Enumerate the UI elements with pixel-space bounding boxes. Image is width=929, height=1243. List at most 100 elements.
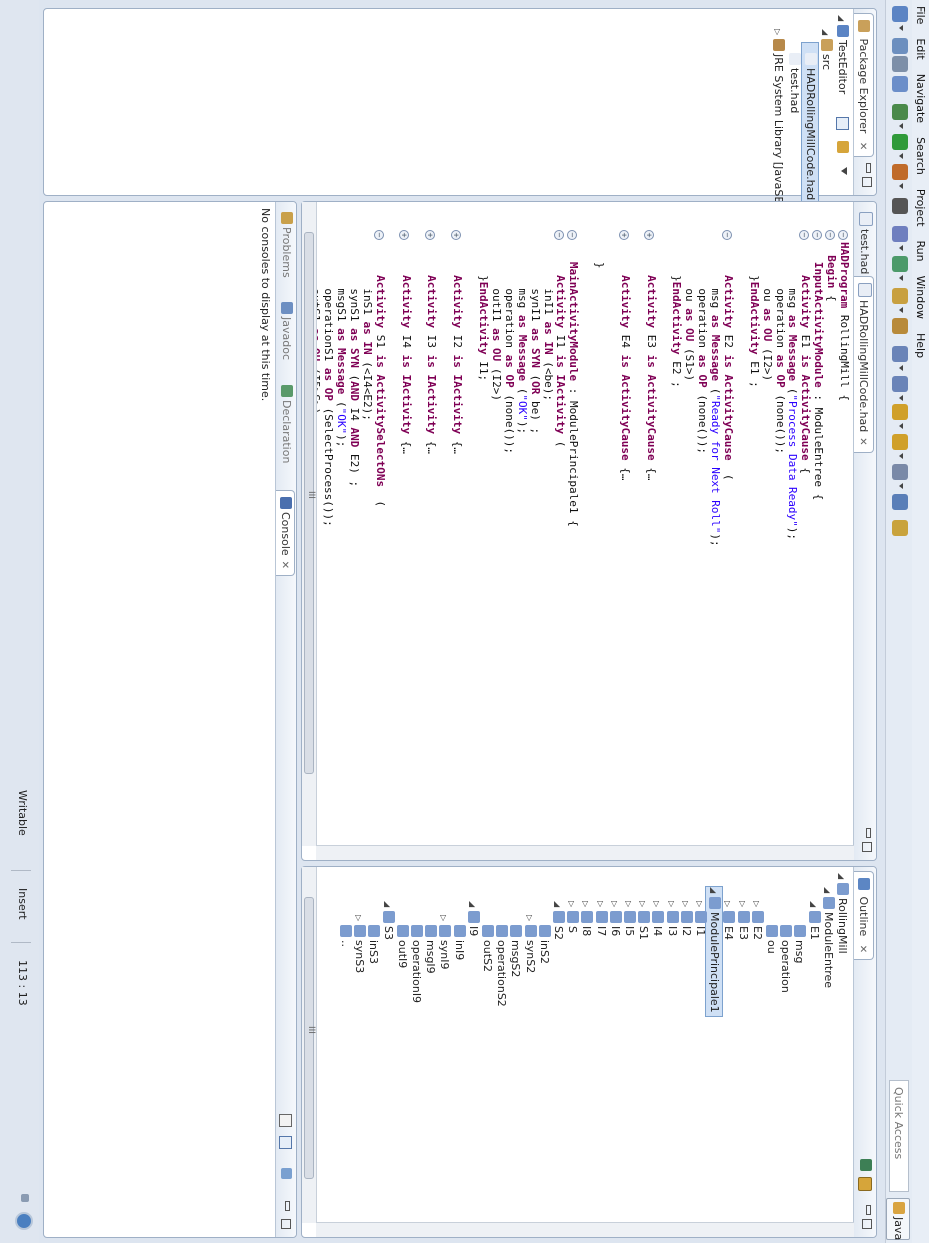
perspective-icon[interactable] bbox=[892, 494, 908, 510]
expand-fold-icon[interactable]: + bbox=[644, 230, 655, 240]
expand-fold-icon[interactable]: + bbox=[399, 230, 410, 240]
close-icon[interactable]: ✕ bbox=[853, 437, 872, 445]
tab-package-explorer[interactable]: Package Explorer ✕ bbox=[853, 13, 874, 158]
save-icon[interactable] bbox=[892, 38, 908, 54]
outline-horizontal-scrollbar[interactable]: III bbox=[302, 867, 317, 1223]
display-console-icon[interactable] bbox=[279, 1136, 292, 1149]
tree-item[interactable]: ▷E4 bbox=[720, 901, 736, 940]
highlighter-icon[interactable] bbox=[892, 520, 908, 536]
expanded-arrow-icon[interactable]: ◢ bbox=[833, 15, 849, 25]
tree-item[interactable]: ◢ TestEditor bbox=[834, 15, 850, 94]
tree-item[interactable]: ◢ RollingMill bbox=[834, 873, 850, 954]
skip-breakpoints-icon[interactable] bbox=[892, 198, 908, 214]
tree-item[interactable]: ◢ ModulePrincipale1 bbox=[706, 878, 723, 1024]
tree-item[interactable]: ▷I7 bbox=[593, 901, 609, 936]
prev-annotation-icon[interactable] bbox=[892, 376, 908, 392]
collapse-fold-icon[interactable]: − bbox=[721, 230, 732, 240]
tree-item[interactable]: ▷I4 bbox=[649, 901, 665, 936]
external-tools-icon[interactable] bbox=[892, 164, 908, 180]
tree-item[interactable]: ▷synI9 bbox=[436, 915, 452, 969]
open-type-icon[interactable] bbox=[892, 226, 908, 242]
forward-icon[interactable] bbox=[892, 434, 908, 450]
tree-item[interactable]: ◢ E1 bbox=[806, 901, 822, 940]
tab-declaration[interactable]: Declaration bbox=[277, 379, 295, 469]
menu-item-project[interactable]: Project bbox=[914, 183, 929, 235]
minimize-icon[interactable] bbox=[285, 1201, 290, 1211]
menu-item-window[interactable]: Window bbox=[914, 270, 929, 327]
outline-vertical-scrollbar[interactable] bbox=[316, 1222, 854, 1237]
collapse-fold-icon[interactable]: − bbox=[373, 230, 384, 240]
tree-item[interactable]: ▷S1 bbox=[635, 901, 651, 940]
collapse-fold-icon[interactable]: − bbox=[812, 230, 823, 240]
tree-item[interactable]: ▷I5 bbox=[621, 901, 637, 936]
tree-item[interactable]: operationS2 bbox=[493, 915, 509, 1007]
tree-item[interactable]: test.had bbox=[786, 43, 802, 113]
java-perspective-button[interactable]: Java bbox=[886, 1198, 910, 1240]
dropdown-arrow-icon[interactable] bbox=[899, 183, 903, 189]
editor-horizontal-scrollbar[interactable]: III bbox=[302, 202, 317, 846]
expanded-arrow-icon[interactable]: ◢ bbox=[819, 887, 835, 897]
close-icon[interactable]: ✕ bbox=[853, 142, 872, 150]
dropdown-arrow-icon[interactable] bbox=[899, 123, 903, 129]
tree-item[interactable]: ▷I6 bbox=[607, 901, 623, 936]
tree-item[interactable]: msg bbox=[791, 915, 807, 963]
tab-problems[interactable]: Problems bbox=[277, 206, 295, 284]
expand-fold-icon[interactable]: + bbox=[425, 230, 436, 240]
editor-vertical-scrollbar[interactable] bbox=[316, 845, 854, 860]
open-console-icon[interactable] bbox=[281, 1168, 292, 1179]
tree-item[interactable]: outS2 bbox=[479, 915, 495, 972]
expanded-arrow-icon[interactable]: ◢ bbox=[805, 901, 821, 911]
tree-item[interactable]: inI9 bbox=[451, 915, 467, 960]
dropdown-arrow-icon[interactable] bbox=[899, 153, 903, 159]
tree-item[interactable]: inS3 bbox=[365, 915, 381, 964]
tree-item[interactable]: inS2 bbox=[536, 915, 552, 964]
maximize-icon[interactable] bbox=[862, 842, 872, 852]
tree-item[interactable]: ▷S bbox=[564, 901, 580, 933]
tab-editor-file[interactable]: HADRollingMillCode.had ✕ bbox=[854, 276, 874, 453]
maximize-icon[interactable] bbox=[862, 1219, 872, 1229]
tree-item[interactable]: .. bbox=[337, 915, 353, 947]
debug-icon[interactable] bbox=[892, 104, 908, 120]
menu-item-edit[interactable]: Edit bbox=[914, 32, 929, 67]
dropdown-arrow-icon[interactable] bbox=[899, 307, 903, 313]
tree-item[interactable]: operation bbox=[777, 915, 793, 993]
tree-item[interactable]: ▷I8 bbox=[578, 901, 594, 936]
tree-item[interactable]: ▷E3 bbox=[735, 901, 751, 940]
tab-console[interactable]: Console ✕ bbox=[276, 490, 295, 577]
editor-scroll-thumb[interactable]: III bbox=[304, 232, 316, 774]
search-icon[interactable] bbox=[892, 256, 908, 272]
dropdown-arrow-icon[interactable] bbox=[899, 395, 903, 401]
tab-editor-file[interactable]: test.had bbox=[855, 206, 874, 280]
link-with-editor-icon[interactable] bbox=[858, 1177, 872, 1191]
tree-item[interactable]: ▷E2 bbox=[749, 901, 765, 940]
tree-item[interactable]: outI9 bbox=[394, 915, 410, 968]
expanded-arrow-icon[interactable]: ◢ bbox=[549, 901, 565, 911]
menu-item-navigate[interactable]: Navigate bbox=[914, 68, 929, 131]
pin-editor-icon[interactable] bbox=[892, 464, 908, 480]
minimize-icon[interactable] bbox=[866, 163, 871, 173]
collapse-fold-icon[interactable]: − bbox=[825, 230, 836, 240]
tree-item[interactable]: msgI9 bbox=[422, 915, 438, 974]
next-annotation-icon[interactable] bbox=[892, 346, 908, 362]
tree-item[interactable]: HADRollingMillCode.had bbox=[801, 32, 819, 214]
menu-item-run[interactable]: Run bbox=[914, 235, 929, 270]
tree-item[interactable]: msgS2 bbox=[507, 915, 523, 977]
minimize-icon[interactable] bbox=[866, 828, 871, 838]
tree-item[interactable]: ◢ ModuleEntree bbox=[820, 887, 836, 988]
minimize-icon[interactable] bbox=[866, 1205, 871, 1215]
tree-item[interactable]: ▷JRE System Library [JavaSE-1.6] bbox=[770, 29, 786, 229]
expanded-arrow-icon[interactable]: ◢ bbox=[817, 29, 833, 39]
run-icon[interactable] bbox=[892, 134, 908, 150]
dropdown-arrow-icon[interactable] bbox=[899, 245, 903, 251]
tab-outline[interactable]: Outline ✕ bbox=[854, 871, 874, 961]
dropdown-arrow-icon[interactable] bbox=[899, 453, 903, 459]
collapsed-arrow-icon[interactable]: ▷ bbox=[769, 29, 785, 39]
dropdown-arrow-icon[interactable] bbox=[899, 365, 903, 371]
annotation-icon[interactable] bbox=[892, 288, 908, 304]
tree-item[interactable]: ◢ S3 bbox=[380, 901, 396, 940]
dropdown-arrow-icon[interactable] bbox=[899, 483, 903, 489]
tree-item[interactable]: ◢ src bbox=[818, 29, 834, 70]
tree-item[interactable]: ou bbox=[763, 915, 779, 954]
collapse-fold-icon[interactable]: − bbox=[554, 230, 565, 240]
heap-status-icon[interactable] bbox=[15, 1212, 33, 1230]
